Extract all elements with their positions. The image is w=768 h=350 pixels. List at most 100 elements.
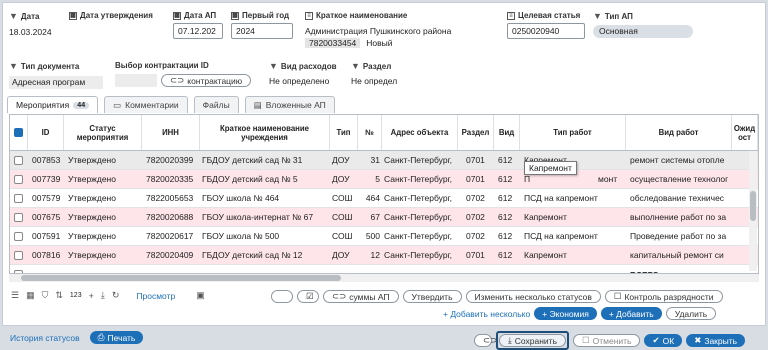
first-year-input[interactable]: 2024 [231,23,293,39]
status-text: Новый [366,38,393,48]
add-button[interactable]: + Добавить [600,307,662,320]
col-type[interactable]: Тип [330,115,358,150]
filter-icon[interactable]: ▼ [351,61,360,71]
col-number[interactable]: № [358,115,382,150]
preview-link[interactable]: Просмотр [136,291,175,301]
ok-button[interactable]: ✔ ОК [644,334,683,347]
grid-view-icon[interactable]: ▦ [26,290,35,301]
table-row[interactable]: 007853 Утверждено 7820020399 ГБДОУ детск… [10,151,758,170]
cell-number: 12 [370,250,380,260]
ap-date-input[interactable]: 07.12.202 [173,23,223,39]
row-checkbox[interactable] [14,250,23,260]
col-work-type[interactable]: Тип работ [520,115,626,150]
table-row[interactable]: 007816 Утверждено 7820020409 ГБДОУ детск… [10,246,758,265]
add-several-link[interactable]: + Добавить несколько [443,309,530,319]
cancel-button[interactable]: ☐ Отменить [573,334,641,347]
col-section[interactable]: Раздел [458,115,494,150]
table-row[interactable]: 007739 Утверждено 7820020335 ГБДОУ детск… [10,170,758,189]
table-row[interactable]: 007675 Утверждено 7820020688 ГБОУ школа-… [10,208,758,227]
cell-work-type: Капремонт [524,250,567,260]
control-digits-button[interactable]: ☐ Контроль разрядности [604,290,723,303]
col-status[interactable]: Статус мероприятия [64,115,142,150]
list-view-icon[interactable]: ☰ [11,290,19,301]
row-checkbox[interactable] [14,212,23,222]
col-inn[interactable]: ИНН [142,115,200,150]
filter-icon[interactable]: ▼ [9,61,18,71]
scrollbar-thumb[interactable] [750,191,756,221]
change-statuses-button[interactable]: Изменить несколько статусов [465,290,601,303]
link-icon-button[interactable]: ⊂⊃ [474,334,497,347]
approve-button[interactable]: Утвердить [402,290,462,303]
download-icon[interactable]: ⤓ [101,290,105,301]
contract-id-input[interactable] [115,74,157,87]
cell-work-type-tail: монт [598,174,618,184]
calendar-icon[interactable]: ▦ [173,11,181,20]
date-value: 18.03.2024 [9,27,52,37]
table-row[interactable]: 007591 Утверждено 7820020617 ГБОУ школа … [10,227,758,246]
footer-right: ⊂⊃ ⤓ Сохранить ☐ Отменить ✔ ОК ✖ Закрыть [474,331,746,350]
field-contract-select: Выбор контрактации ID ⊂⊃ контрактацию [115,61,260,87]
cell-id: 007853 [32,155,61,165]
cell-kind: 612 [498,174,513,184]
filter-icon[interactable]: ▼ [593,11,602,21]
list-icon[interactable]: ≡ [507,11,515,20]
cell-section: 0701 [466,250,485,260]
events-count-badge: 44 [73,101,90,109]
col-work-kind[interactable]: Вид работ [626,115,732,150]
inn-badge: 7820033454 [305,38,361,48]
sort-icon[interactable]: ⇅ [55,290,63,301]
print-button[interactable]: ⎙ Печать [89,331,144,344]
add-icon[interactable]: + [89,291,94,301]
row-checkbox[interactable] [14,231,23,241]
field-section: ▼ Раздел Не определ [351,61,413,86]
cell-status: Утверждено [68,231,116,241]
table-row[interactable]: 007579 Утверждено 7822005653 ГБОУ школа … [10,189,758,208]
close-button[interactable]: ✖ Закрыть [686,334,746,347]
col-short-name[interactable]: Краткое наименование учреждения [200,115,330,150]
target-article-input[interactable]: 0250020940 [507,23,585,39]
save-button[interactable]: ⤓ Сохранить [499,334,567,347]
check-button[interactable]: ☑ [297,290,319,303]
tab-events[interactable]: Мероприятия 44 [7,96,99,113]
cell-status: Утверждено [68,212,116,222]
scrollbar-thumb[interactable] [21,275,341,281]
ap-type-select[interactable]: Основная [593,25,693,38]
select-all-checkbox[interactable] [14,128,23,137]
col-expected[interactable]: Ожид ост [732,115,758,150]
cell-address: Санкт-Петербург, [384,250,452,260]
col-address[interactable]: Адрес объекта [382,115,458,150]
doc-type-value[interactable]: Адресная програм [9,76,103,89]
status-history-link[interactable]: История статусов [10,333,80,343]
tab-files[interactable]: Файлы [193,96,239,113]
economy-button[interactable]: + Экономия [534,307,597,320]
cell-name: ГБОУ школа № 464 [202,193,280,203]
tab-nested-ap[interactable]: ▤ Вложенные АП [244,96,335,113]
cell-inn: 7820020335 [146,174,194,184]
toggle-button[interactable] [271,290,293,303]
row-checkbox[interactable] [14,193,23,203]
col-kind[interactable]: Вид [494,115,520,150]
select-contract-button[interactable]: ⊂⊃ контрактацию [161,74,252,87]
calendar-icon[interactable]: ▦ [231,11,239,20]
filter-icon[interactable]: ▼ [269,61,278,71]
row-checkbox[interactable] [14,174,23,184]
cell-work-kind: капитальный ремонт си [630,250,724,260]
cell-work-kind: Проведение работ по за [630,231,727,241]
vertical-scrollbar[interactable] [749,151,757,271]
field-ap-type: ▼ Тип АП Основная [593,11,703,38]
tab-comments[interactable]: ▭ Комментарии [104,96,188,113]
list-icon[interactable]: ≡ [305,11,313,20]
refresh-icon[interactable]: ↻ [112,290,120,301]
cell-id: 007816 [32,250,61,260]
cell-type: ДОУ [332,155,350,165]
delete-button[interactable]: Удалить [665,307,717,320]
col-id[interactable]: ID [28,115,64,150]
row-checkbox[interactable] [14,155,23,165]
filter-icon[interactable]: ▼ [9,11,18,21]
document-icon[interactable]: ▣ [196,290,205,301]
filter-icon[interactable]: ⛉ [42,290,49,301]
short-name-value: Администрация Пушкинского района [305,26,452,36]
calendar-icon[interactable]: ▦ [69,11,77,20]
horizontal-scrollbar[interactable] [9,274,759,282]
sums-ap-button[interactable]: ⊂⊃ суммы АП [323,290,399,303]
